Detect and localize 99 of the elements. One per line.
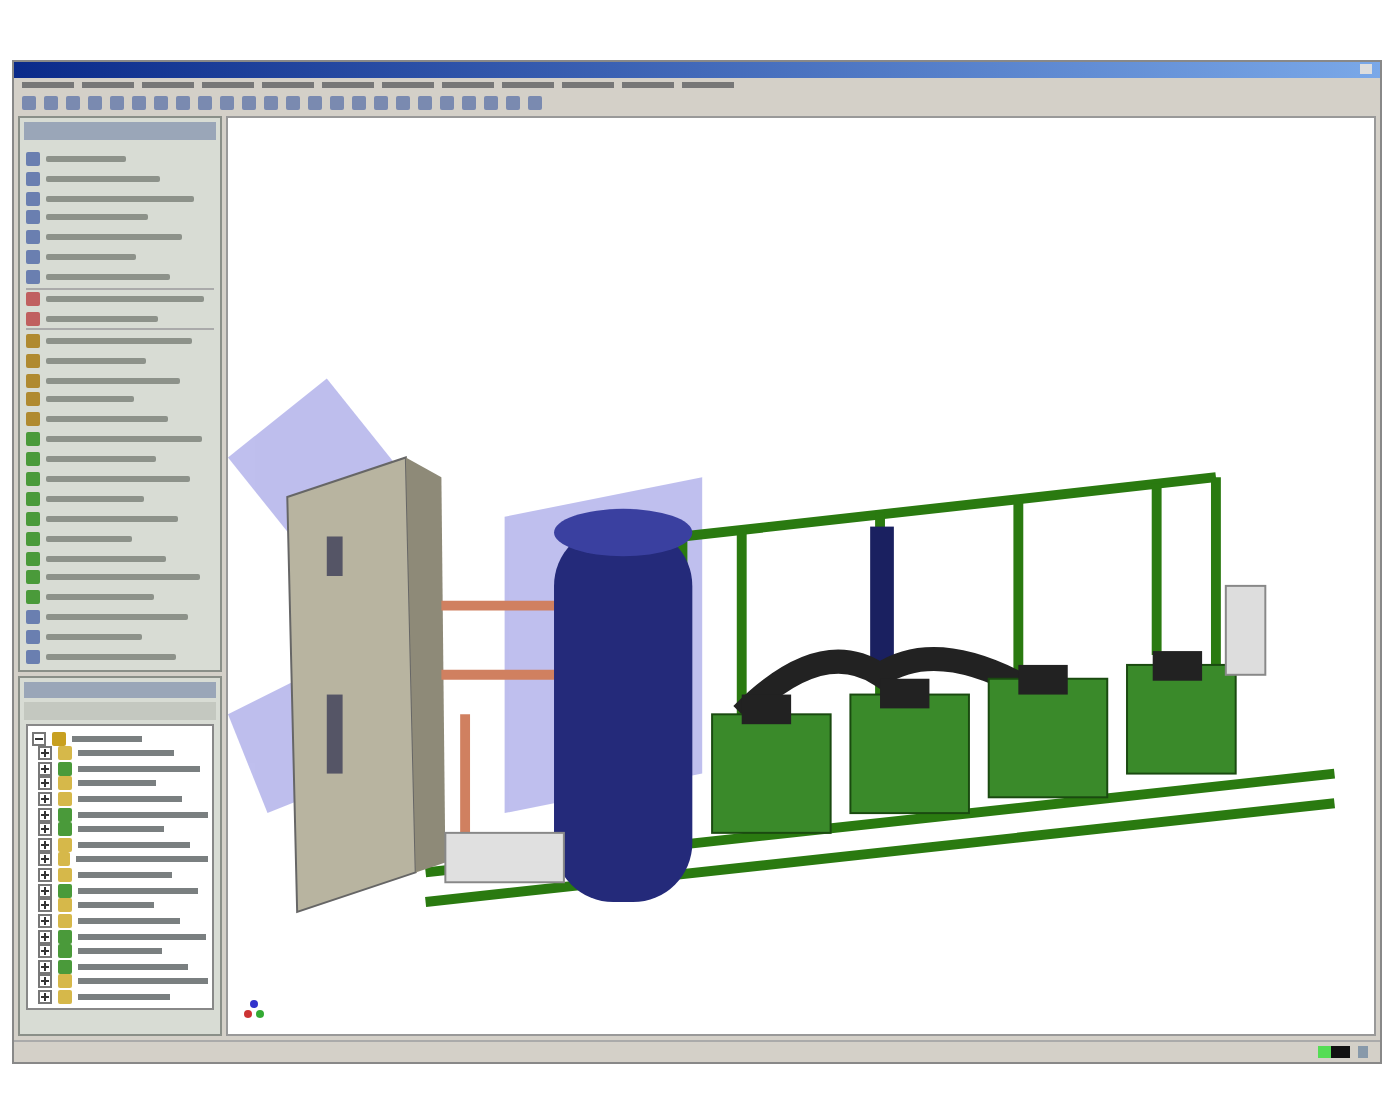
feature-icon[interactable] bbox=[26, 333, 40, 348]
blurred-label bbox=[78, 811, 208, 818]
feature-icon[interactable] bbox=[26, 471, 40, 486]
blurred-menu-label bbox=[322, 82, 374, 89]
blurred-label bbox=[72, 735, 142, 742]
blurred-label bbox=[78, 765, 200, 772]
blurred-menu-label bbox=[682, 82, 734, 89]
status-indicator-icon bbox=[1318, 1046, 1350, 1059]
blurred-label bbox=[78, 872, 172, 879]
blurred-menu-label bbox=[22, 82, 74, 89]
feature-icon[interactable] bbox=[26, 630, 40, 645]
feature-icon[interactable] bbox=[26, 270, 40, 285]
blurred-label bbox=[46, 535, 132, 542]
blurred-label bbox=[46, 653, 176, 660]
feature-icon[interactable] bbox=[26, 432, 40, 447]
expand-icon[interactable] bbox=[38, 883, 52, 898]
feature-icon[interactable] bbox=[26, 610, 40, 625]
expand-icon[interactable] bbox=[38, 746, 52, 761]
feature-icon[interactable] bbox=[26, 171, 40, 186]
expand-icon[interactable] bbox=[38, 974, 52, 989]
blurred-label bbox=[46, 634, 142, 641]
blurred-label bbox=[78, 917, 180, 924]
collapse-icon[interactable] bbox=[32, 731, 46, 746]
feature-icon[interactable] bbox=[26, 191, 40, 205]
expand-icon[interactable] bbox=[38, 792, 52, 807]
expand-icon[interactable] bbox=[38, 776, 52, 791]
expand-icon[interactable] bbox=[38, 868, 52, 883]
blurred-label bbox=[46, 416, 168, 423]
expand-icon[interactable] bbox=[38, 929, 52, 943]
blurred-label bbox=[46, 555, 166, 562]
blurred-menu-label bbox=[382, 82, 434, 89]
feature-icon[interactable] bbox=[26, 250, 40, 265]
expand-icon[interactable] bbox=[38, 761, 52, 776]
feature-icon[interactable] bbox=[26, 353, 40, 368]
blurred-label bbox=[46, 396, 134, 403]
blurred-label bbox=[46, 234, 182, 241]
expand-icon[interactable] bbox=[38, 807, 52, 822]
blurred-menu-label bbox=[562, 82, 614, 89]
blurred-label bbox=[78, 902, 154, 909]
blurred-label bbox=[78, 841, 190, 848]
blurred-label bbox=[78, 826, 164, 833]
feature-icon[interactable] bbox=[26, 291, 40, 306]
expand-icon[interactable] bbox=[38, 989, 52, 1004]
blurred-menu-label bbox=[82, 82, 134, 89]
expand-icon[interactable] bbox=[38, 898, 52, 913]
feature-icon[interactable] bbox=[26, 590, 40, 605]
blurred-label bbox=[46, 254, 136, 261]
status-indicator-icon bbox=[1358, 1046, 1368, 1059]
expand-icon[interactable] bbox=[38, 959, 52, 974]
blurred-menu-label bbox=[502, 82, 554, 89]
blurred-label bbox=[46, 475, 190, 482]
blurred-label bbox=[46, 214, 148, 221]
blurred-label bbox=[46, 357, 146, 364]
feature-icon[interactable] bbox=[26, 392, 40, 407]
blurred-label bbox=[76, 856, 208, 863]
feature-icon[interactable] bbox=[26, 373, 40, 388]
blurred-label bbox=[78, 750, 174, 757]
blurred-label bbox=[46, 175, 160, 182]
feature-icon[interactable] bbox=[26, 649, 40, 664]
blurred-label bbox=[78, 780, 156, 787]
feature-icon[interactable] bbox=[26, 491, 40, 506]
blurred-label bbox=[46, 155, 126, 162]
axis-triad-icon bbox=[240, 998, 268, 1023]
expand-icon[interactable] bbox=[38, 944, 52, 959]
blurred-menu-label bbox=[142, 82, 194, 89]
blurred-label bbox=[46, 515, 178, 522]
blurred-label bbox=[78, 933, 206, 939]
blurred-label bbox=[46, 456, 156, 463]
feature-icon[interactable] bbox=[26, 551, 40, 566]
feature-icon[interactable] bbox=[26, 531, 40, 546]
feature-icon[interactable] bbox=[26, 511, 40, 526]
blurred-label bbox=[46, 377, 180, 384]
blurred-label bbox=[77, 978, 209, 985]
blurred-menu-label bbox=[262, 82, 314, 89]
blurred-menu-label bbox=[442, 82, 494, 89]
blurred-label bbox=[78, 948, 162, 955]
feature-icon[interactable] bbox=[26, 210, 40, 225]
window-control-icon[interactable] bbox=[1360, 64, 1372, 75]
feature-icon[interactable] bbox=[26, 151, 40, 166]
blurred-label bbox=[46, 274, 170, 281]
blurred-menu-label bbox=[622, 82, 674, 89]
expand-icon[interactable] bbox=[38, 913, 52, 928]
blurred-label bbox=[46, 495, 144, 502]
feature-icon[interactable] bbox=[26, 230, 40, 245]
expand-icon[interactable] bbox=[38, 822, 52, 837]
feature-icon[interactable] bbox=[26, 412, 40, 427]
feature-icon[interactable] bbox=[26, 570, 40, 585]
blurred-label bbox=[78, 993, 170, 1000]
blurred-label bbox=[78, 796, 182, 803]
blurred-label bbox=[46, 594, 154, 601]
feature-icon[interactable] bbox=[26, 452, 40, 467]
blurred-label bbox=[78, 887, 198, 894]
expand-icon[interactable] bbox=[38, 852, 52, 867]
feature-icon[interactable] bbox=[26, 311, 40, 326]
blurred-label bbox=[46, 315, 158, 322]
expand-icon[interactable] bbox=[38, 837, 52, 852]
blurred-label bbox=[78, 963, 188, 970]
blurred-label bbox=[46, 614, 188, 621]
blurred-menu-label bbox=[202, 82, 254, 89]
